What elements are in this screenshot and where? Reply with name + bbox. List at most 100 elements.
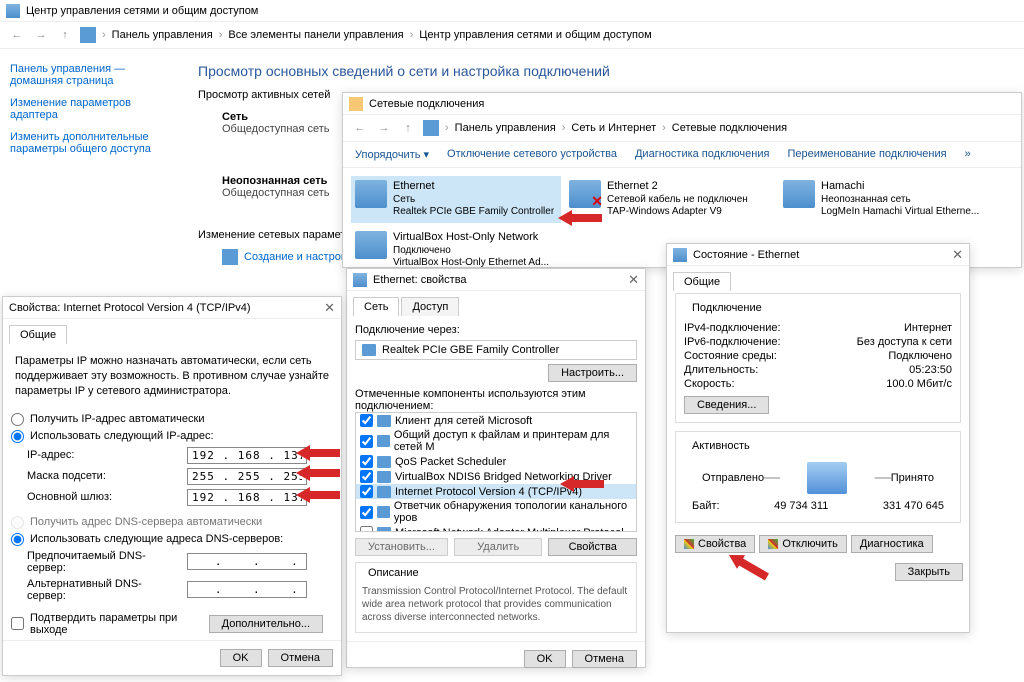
cpl-icon [423,120,439,136]
component-checkbox[interactable] [360,470,373,483]
dialog-title: Состояние - Ethernet [693,249,799,261]
cancel-button[interactable]: Отмена [268,649,333,667]
validate-checkbox[interactable] [11,617,24,630]
component-icon [377,456,391,468]
dns2-input[interactable] [187,581,307,598]
disable-button[interactable]: Отключить [759,535,847,553]
wizard-icon [222,249,238,265]
component-icon [377,486,391,498]
advanced-button[interactable]: Дополнительно... [209,615,323,633]
auto-ip-radio[interactable] [11,413,24,426]
component-icon [377,471,391,483]
network-icon [6,4,20,18]
component-checkbox[interactable] [360,455,373,468]
titlebar: Ethernet: свойства ✕ [347,269,645,291]
back-arrow-icon[interactable]: ← [351,119,369,137]
properties-button[interactable]: Свойства [675,535,755,553]
component-checkbox[interactable] [360,435,373,448]
manual-ip-radio[interactable] [11,430,24,443]
component-icon [377,435,390,447]
component-properties-button[interactable]: Свойства [548,538,637,556]
up-arrow-icon[interactable]: ↑ [399,119,417,137]
auto-dns-radio [11,516,24,529]
adapter-icon [355,231,387,259]
window-title: Сетевые подключения [369,98,484,110]
tab-general[interactable]: Общие [9,325,67,344]
sidebar-sharing[interactable]: Изменить дополнительные параметры общего… [10,131,170,155]
tab-access[interactable]: Доступ [401,297,459,316]
sidebar-home[interactable]: Панель управления — домашняя страница [10,63,170,87]
close-icon[interactable]: ✕ [628,272,639,288]
component-icon [377,415,391,427]
connection-group: Подключение IPv4-подключение:Интернет IP… [675,293,961,423]
connection-hamachi[interactable]: Hamachi Неопознанная сеть LogMeIn Hamach… [779,176,989,223]
organize-menu[interactable]: Упорядочить ▾ [355,148,429,161]
sidebar: Панель управления — домашняя страница Из… [0,49,180,179]
sidebar-adapters[interactable]: Изменение параметров адаптера [10,97,170,121]
close-icon[interactable]: ✕ [324,300,335,316]
more-chevron-icon[interactable]: » [965,148,971,161]
toolbar: Упорядочить ▾ Отключение сетевого устрой… [343,142,1021,168]
adapter-icon [673,248,687,262]
install-button[interactable]: Установить... [355,538,448,556]
connection-vbox[interactable]: VirtualBox Host-Only Network Подключено … [351,227,561,274]
adapter-icon [783,180,815,208]
ok-button[interactable]: OK [220,649,262,667]
back-arrow-icon[interactable]: ← [8,26,26,44]
adapter-name: Realtek PCIe GBE Family Controller [382,344,559,356]
uninstall-button[interactable]: Удалить [454,538,543,556]
tab-general[interactable]: Общие [673,272,731,291]
forward-arrow-icon[interactable]: → [32,26,50,44]
details-button[interactable]: Сведения... [684,396,769,414]
dialog-title: Свойства: Internet Protocol Version 4 (T… [9,302,251,314]
titlebar: Состояние - Ethernet ✕ [667,244,969,266]
breadcrumb-bar[interactable]: ← → ↑ › Панель управления › Все элементы… [0,22,1024,49]
adapter-icon [353,273,367,287]
tab-network[interactable]: Сеть [353,297,399,316]
window-title: Центр управления сетями и общим доступом [26,5,258,17]
sent-bytes: 49 734 311 [774,500,828,512]
activity-group: Активность Отправлено — — Принято Байт: … [675,431,961,523]
manual-dns-radio[interactable] [11,533,24,546]
ip-address-input[interactable] [187,447,307,464]
component-checkbox[interactable] [360,485,373,498]
ipv4-properties-dialog: Свойства: Internet Protocol Version 4 (T… [2,296,342,676]
configure-button[interactable]: Настроить... [548,364,637,382]
component-icon [377,527,391,533]
ethernet-properties-dialog: Ethernet: свойства ✕ Сеть Доступ Подключ… [346,268,646,668]
recv-bytes: 331 470 645 [883,500,944,512]
crumb-1[interactable]: Панель управления [112,29,213,41]
titlebar: Свойства: Internet Protocol Version 4 (T… [3,297,341,319]
component-checkbox[interactable] [360,526,373,532]
breadcrumb[interactable]: ← → ↑ › Панель управления › Сеть и Интер… [343,115,1021,142]
close-icon[interactable]: ✕ [952,247,963,263]
activity-icon [807,462,847,494]
connections-window: Сетевые подключения ← → ↑ › Панель управ… [342,92,1022,268]
gateway-input[interactable] [187,489,307,506]
titlebar: Центр управления сетями и общим доступом [0,0,1024,22]
dns1-input[interactable] [187,553,307,570]
component-checkbox[interactable] [360,506,373,519]
close-button[interactable]: Закрыть [895,563,963,581]
cpl-icon [80,27,96,43]
connection-ethernet2[interactable]: Ethernet 2 Сетевой кабель не подключен T… [565,176,775,223]
folder-icon [349,97,363,111]
disable-device-button[interactable]: Отключение сетевого устройства [447,148,617,161]
components-listbox[interactable]: Клиент для сетей Microsoft Общий доступ … [355,412,637,532]
ok-button[interactable]: OK [524,650,566,668]
nic-icon [362,344,376,356]
status-dialog: Состояние - Ethernet ✕ Общие Подключение… [666,243,970,633]
rename-button[interactable]: Переименование подключения [787,148,946,161]
subnet-mask-input[interactable] [187,468,307,485]
component-icon [377,506,390,518]
up-arrow-icon[interactable]: ↑ [56,26,74,44]
diagnose-button[interactable]: Диагностика [851,535,933,553]
cancel-button[interactable]: Отмена [572,650,637,668]
crumb-3[interactable]: Центр управления сетями и общим доступом [419,29,651,41]
dialog-title: Ethernet: свойства [373,274,467,286]
diagnose-button[interactable]: Диагностика подключения [635,148,769,161]
crumb-2[interactable]: Все элементы панели управления [228,29,403,41]
component-checkbox[interactable] [360,414,373,427]
connection-ethernet[interactable]: Ethernet Сеть Realtek PCIe GBE Family Co… [351,176,561,223]
forward-arrow-icon[interactable]: → [375,119,393,137]
